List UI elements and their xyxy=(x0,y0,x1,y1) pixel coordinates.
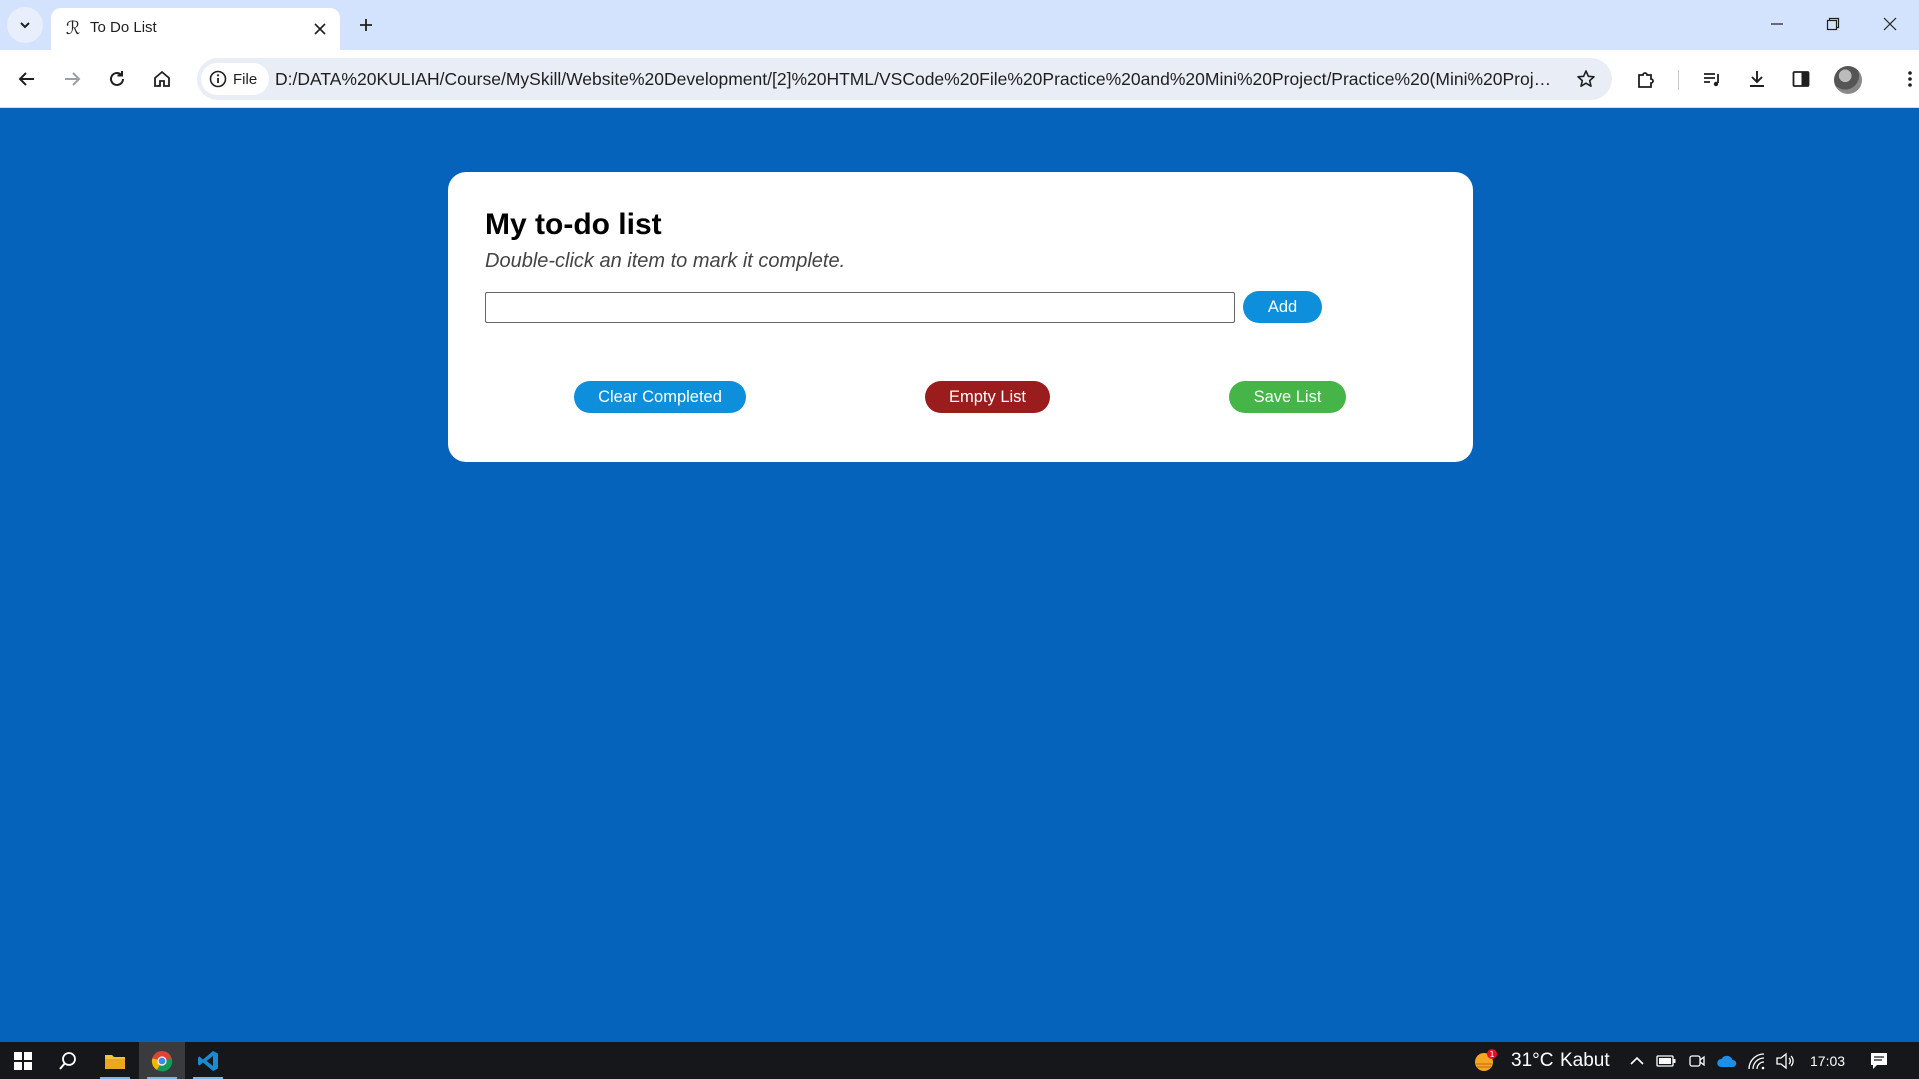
reload-icon xyxy=(110,71,124,86)
save-list-button[interactable]: Save List xyxy=(1229,381,1346,413)
chevron-up-icon xyxy=(1630,1056,1644,1065)
more-vert-icon xyxy=(1908,71,1912,87)
vscode-icon xyxy=(198,1050,218,1071)
back-button[interactable] xyxy=(9,61,45,97)
weather-badge-count: 1 xyxy=(1489,1050,1494,1059)
url-text[interactable]: D:/DATA%20KULIAH/Course/MySkill/Website%… xyxy=(275,68,1553,90)
speaker-icon xyxy=(1776,1052,1794,1070)
volume-icon[interactable] xyxy=(1774,1050,1796,1072)
browser-tab[interactable]: ℛ To Do List xyxy=(51,8,340,50)
cloud-icon xyxy=(1717,1055,1737,1067)
browser-toolbar: File D:/DATA%20KULIAH/Course/MySkill/Web… xyxy=(0,50,1919,108)
info-icon xyxy=(209,70,227,88)
site-chip-label: File xyxy=(233,70,258,88)
restore-button[interactable] xyxy=(1810,4,1856,44)
puzzle-icon xyxy=(1638,72,1654,88)
page-title: My to-do list xyxy=(485,208,662,241)
show-hidden-icons-button[interactable] xyxy=(1626,1050,1648,1072)
arrow-right-icon xyxy=(65,72,81,86)
clock-time[interactable]: 17:03 xyxy=(1810,1053,1845,1069)
download-icon xyxy=(1750,71,1764,87)
reload-button[interactable] xyxy=(99,61,135,97)
onedrive-icon[interactable] xyxy=(1716,1050,1738,1072)
windows-logo-icon xyxy=(14,1051,32,1070)
chrome-menu-button[interactable] xyxy=(1892,61,1919,97)
address-bar[interactable]: File D:/DATA%20KULIAH/Course/MySkill/Web… xyxy=(197,58,1612,100)
tab-title: To Do List xyxy=(90,19,157,36)
search-icon xyxy=(59,1051,76,1070)
toolbar-separator xyxy=(1678,70,1679,90)
site-info-chip[interactable]: File xyxy=(201,63,270,95)
page-favicon-icon: ℛ xyxy=(65,18,81,39)
meet-now-icon[interactable] xyxy=(1686,1050,1708,1072)
battery-icon xyxy=(1656,1055,1676,1067)
downloads-button[interactable] xyxy=(1739,61,1775,97)
todo-card: My to-do list Double-click an item to ma… xyxy=(448,172,1473,462)
clear-completed-button[interactable]: Clear Completed xyxy=(574,381,746,413)
file-explorer-button[interactable] xyxy=(92,1042,138,1079)
weather-temperature[interactable]: 31°C xyxy=(1511,1050,1553,1072)
search-button[interactable] xyxy=(45,1042,91,1079)
music-queue-icon xyxy=(1704,73,1719,87)
minimize-button[interactable] xyxy=(1754,4,1800,44)
home-button[interactable] xyxy=(144,61,180,97)
extensions-button[interactable] xyxy=(1628,61,1664,97)
sun-cloud-icon: 1 xyxy=(1475,1049,1497,1071)
forward-button[interactable] xyxy=(54,61,90,97)
close-icon xyxy=(1883,17,1897,31)
restore-icon xyxy=(1826,17,1840,31)
vscode-taskbar-button[interactable] xyxy=(185,1042,231,1079)
empty-list-button[interactable]: Empty List xyxy=(925,381,1050,413)
action-center-button[interactable] xyxy=(1868,1050,1890,1072)
video-camera-icon xyxy=(1689,1055,1705,1067)
weather-description[interactable]: Kabut xyxy=(1560,1050,1610,1072)
bookmark-star-button[interactable] xyxy=(1574,67,1598,91)
browser-tab-bar: ℛ To Do List xyxy=(0,0,1919,50)
close-icon xyxy=(314,23,326,35)
notification-icon xyxy=(1871,1053,1887,1069)
wifi-icon[interactable] xyxy=(1746,1050,1768,1072)
arrow-left-icon xyxy=(18,72,34,86)
profile-avatar[interactable] xyxy=(1834,66,1862,94)
new-tab-button[interactable] xyxy=(349,8,383,42)
windows-taskbar: 1 31°C Kabut 17:03 xyxy=(0,1042,1919,1079)
side-panel-icon xyxy=(1792,71,1810,87)
home-icon xyxy=(154,70,170,87)
chrome-icon xyxy=(151,1050,173,1071)
add-button[interactable]: Add xyxy=(1243,291,1322,323)
chrome-taskbar-button[interactable] xyxy=(139,1042,185,1079)
folder-icon xyxy=(105,1054,125,1069)
wifi-icon xyxy=(1748,1053,1765,1070)
media-controls-button[interactable] xyxy=(1694,61,1730,97)
close-window-button[interactable] xyxy=(1867,4,1913,44)
new-task-input[interactable] xyxy=(485,292,1235,323)
plus-icon xyxy=(360,19,372,31)
star-icon xyxy=(1577,70,1595,87)
instruction-text: Double-click an item to mark it complete… xyxy=(485,250,846,272)
side-panel-button[interactable] xyxy=(1783,61,1819,97)
start-button[interactable] xyxy=(0,1042,46,1079)
minimize-icon xyxy=(1771,23,1783,25)
chevron-down-icon xyxy=(20,22,30,29)
battery-icon[interactable] xyxy=(1655,1050,1677,1072)
weather-icon[interactable]: 1 xyxy=(1472,1048,1498,1074)
tab-search-button[interactable] xyxy=(7,7,43,43)
tab-close-button[interactable] xyxy=(308,17,332,41)
